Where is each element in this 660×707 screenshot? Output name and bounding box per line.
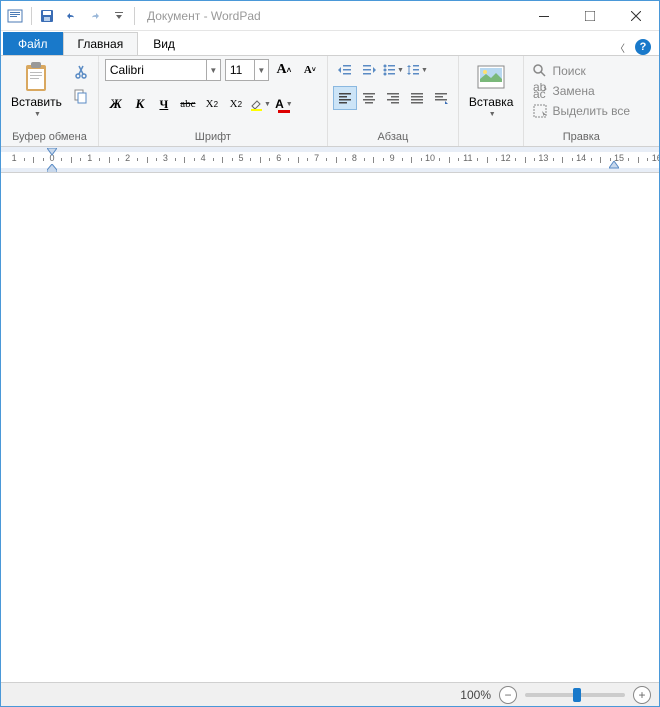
copy-button[interactable] bbox=[70, 85, 92, 107]
document-area[interactable] bbox=[1, 173, 659, 682]
zoom-level: 100% bbox=[460, 688, 491, 702]
group-label: Правка bbox=[530, 129, 632, 146]
separator bbox=[31, 7, 32, 25]
qat-dropdown[interactable] bbox=[108, 5, 130, 27]
bold-button[interactable]: Ж bbox=[105, 93, 127, 115]
minimize-button[interactable] bbox=[521, 1, 567, 31]
align-right-button[interactable] bbox=[382, 87, 404, 109]
align-justify-button[interactable] bbox=[406, 87, 428, 109]
replace-icon: abac bbox=[532, 83, 548, 99]
select-all-icon bbox=[532, 103, 548, 119]
maximize-button[interactable] bbox=[567, 1, 613, 31]
right-indent-marker[interactable] bbox=[609, 161, 619, 169]
app-icon bbox=[7, 8, 23, 24]
statusbar: 100% − + bbox=[1, 682, 659, 706]
align-left-button[interactable] bbox=[334, 87, 356, 109]
hanging-indent-marker[interactable] bbox=[47, 164, 57, 173]
font-color-button[interactable]: A▼ bbox=[273, 93, 295, 115]
help-button[interactable]: ? bbox=[635, 39, 651, 55]
zoom-out-button[interactable]: − bbox=[499, 686, 517, 704]
chevron-down-icon: ▼ bbox=[489, 111, 496, 118]
clipboard-icon bbox=[20, 61, 52, 93]
tab-file[interactable]: Файл bbox=[3, 32, 63, 55]
find-button[interactable]: Поиск bbox=[530, 61, 587, 81]
save-button[interactable] bbox=[36, 5, 58, 27]
font-size-value: 11 bbox=[226, 63, 254, 77]
redo-button[interactable] bbox=[84, 5, 106, 27]
underline-button[interactable]: Ч bbox=[153, 93, 175, 115]
text-highlight-button[interactable]: ▼ bbox=[249, 93, 271, 115]
zoom-slider-thumb[interactable] bbox=[573, 688, 581, 702]
bullet-list-button[interactable]: ▼ bbox=[382, 59, 404, 81]
replace-button[interactable]: abac Замена bbox=[530, 81, 596, 101]
separator bbox=[134, 7, 135, 25]
replace-label: Замена bbox=[552, 84, 594, 98]
italic-button[interactable]: К bbox=[129, 93, 151, 115]
ruler[interactable]: 1012345678910111213141516 bbox=[1, 147, 659, 173]
titlebar: Документ - WordPad bbox=[1, 1, 659, 31]
select-all-button[interactable]: Выделить все bbox=[530, 101, 632, 121]
paste-button[interactable]: Вставить ▼ bbox=[7, 59, 66, 120]
window-title: Документ - WordPad bbox=[147, 9, 261, 23]
font-name-combo[interactable]: Calibri ▼ bbox=[105, 59, 221, 81]
zoom-in-button[interactable]: + bbox=[633, 686, 651, 704]
svg-text:ac: ac bbox=[533, 87, 546, 99]
window-controls bbox=[521, 1, 659, 31]
picture-icon bbox=[475, 61, 507, 93]
chevron-down-icon[interactable]: ▼ bbox=[254, 60, 268, 80]
chevron-down-icon[interactable]: ▼ bbox=[206, 60, 220, 80]
quick-access-toolbar bbox=[36, 5, 130, 27]
shrink-font-button[interactable]: A˅ bbox=[299, 59, 321, 81]
paste-label: Вставить bbox=[11, 95, 62, 109]
chevron-down-icon: ▼ bbox=[34, 111, 41, 118]
group-label: Абзац bbox=[334, 129, 452, 146]
tab-view[interactable]: Вид bbox=[138, 32, 190, 55]
ribbon-tabs: Файл Главная Вид 〈 ? bbox=[1, 31, 659, 55]
group-insert: Вставка ▼ bbox=[459, 56, 525, 146]
cut-button[interactable] bbox=[70, 61, 92, 83]
insert-label: Вставка bbox=[469, 95, 514, 109]
paragraph-dialog-button[interactable] bbox=[430, 87, 452, 109]
decrease-indent-button[interactable] bbox=[334, 59, 356, 81]
collapse-ribbon-button[interactable]: 〈 bbox=[615, 40, 625, 55]
group-font: Calibri ▼ 11 ▼ A˄ A˅ Ж К Ч abc X2 X2 ▼ A… bbox=[99, 56, 328, 146]
grow-font-button[interactable]: A˄ bbox=[273, 59, 295, 81]
strikethrough-button[interactable]: abc bbox=[177, 93, 199, 115]
undo-button[interactable] bbox=[60, 5, 82, 27]
ribbon: Вставить ▼ Буфер обмена Calibri ▼ 11 ▼ bbox=[1, 55, 659, 147]
font-size-combo[interactable]: 11 ▼ bbox=[225, 59, 269, 81]
subscript-button[interactable]: X2 bbox=[201, 93, 223, 115]
select-all-label: Выделить все bbox=[552, 104, 630, 118]
close-button[interactable] bbox=[613, 1, 659, 31]
font-name-value: Calibri bbox=[106, 63, 206, 77]
group-label bbox=[465, 129, 518, 146]
group-clipboard: Вставить ▼ Буфер обмена bbox=[1, 56, 99, 146]
group-editing: Поиск abac Замена Выделить все Правка bbox=[524, 56, 638, 146]
group-label: Шрифт bbox=[105, 129, 321, 146]
line-spacing-button[interactable]: ▼ bbox=[406, 59, 428, 81]
group-label: Буфер обмена bbox=[7, 129, 92, 146]
search-icon bbox=[532, 63, 548, 79]
insert-picture-button[interactable]: Вставка ▼ bbox=[465, 59, 518, 120]
tab-home[interactable]: Главная bbox=[63, 32, 139, 55]
group-paragraph: ▼ ▼ Абзац bbox=[328, 56, 459, 146]
first-line-indent-marker[interactable] bbox=[47, 148, 57, 156]
superscript-button[interactable]: X2 bbox=[225, 93, 247, 115]
zoom-slider[interactable] bbox=[525, 693, 625, 697]
increase-indent-button[interactable] bbox=[358, 59, 380, 81]
align-center-button[interactable] bbox=[358, 87, 380, 109]
find-label: Поиск bbox=[552, 64, 585, 78]
